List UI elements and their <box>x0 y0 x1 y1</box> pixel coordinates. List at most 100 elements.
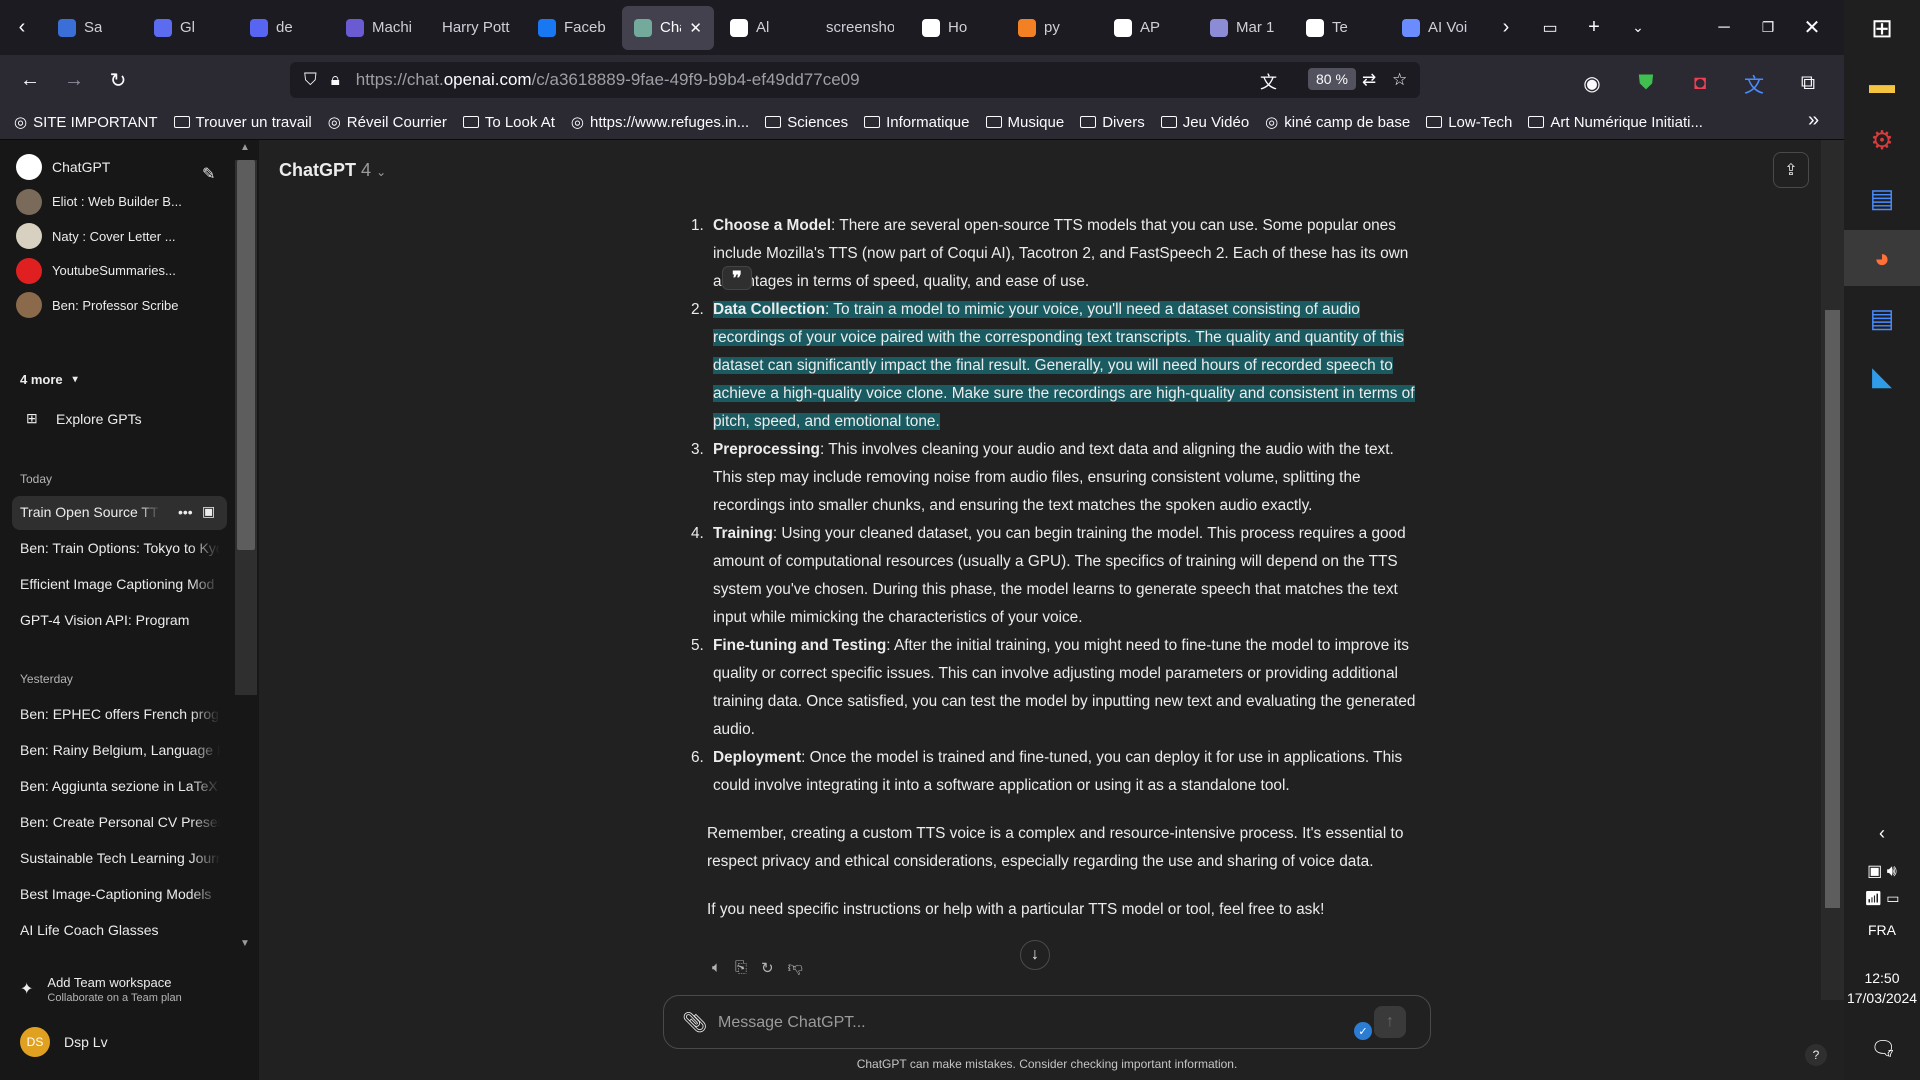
more-options-icon[interactable]: ••• <box>178 504 193 520</box>
tab-scroll-right-icon[interactable]: › <box>1484 6 1528 50</box>
tab-4[interactable]: Harry Pott <box>430 6 522 50</box>
gpt-item-1[interactable]: Eliot : Web Builder B... <box>16 188 182 215</box>
input-language[interactable]: FRA <box>1844 922 1920 938</box>
chat-scroll-thumb[interactable] <box>1825 310 1840 908</box>
regenerate-icon[interactable]: ↻ <box>761 959 774 977</box>
copy-icon[interactable]: ⎘ <box>735 959 747 977</box>
conversation-item[interactable]: Sustainable Tech Learning Journ <box>20 850 220 866</box>
quote-reply-button[interactable]: ❞ <box>722 266 752 290</box>
scroll-down-icon[interactable]: ▼ <box>240 938 250 949</box>
url-bar[interactable]: ⛉ 🔒︎ https://chat.openai.com/c/a3618889-… <box>290 62 1420 98</box>
conversation-item[interactable]: AI Life Coach Glasses <box>20 922 220 938</box>
bookmark-1[interactable]: Trouver un travail <box>173 114 312 131</box>
tab-3[interactable]: Machi <box>334 6 426 50</box>
bookmark-11[interactable]: Low-Tech <box>1426 114 1512 131</box>
bookmark-2[interactable]: ◎ Réveil Courrier <box>328 113 447 132</box>
reload-icon[interactable]: ↻ <box>96 58 140 102</box>
bookmark-10[interactable]: ◎ kiné camp de base <box>1265 113 1410 132</box>
tab-0[interactable]: Sa <box>46 6 138 50</box>
shield-icon[interactable]: ⛉ <box>304 70 317 90</box>
model-selector[interactable]: ChatGPT 4 ⌄ <box>279 160 386 181</box>
conversation-item[interactable]: Ben: Aggiunta sezione in LaTeX <box>20 778 220 794</box>
scroll-up-icon[interactable]: ▲ <box>240 142 250 153</box>
bookmark-12[interactable]: Art Numérique Initiati... <box>1528 114 1703 131</box>
sidebar-scrollbar[interactable] <box>235 160 257 695</box>
close-window-icon[interactable]: ✕ <box>1790 6 1834 50</box>
zoom-level[interactable]: 80 % <box>1308 68 1356 90</box>
python-file-icon-2[interactable]: ▤ <box>1844 290 1920 346</box>
bookmark-star-icon[interactable]: ☆ <box>1392 70 1407 90</box>
gpt-item-2[interactable]: Naty : Cover Letter ... <box>16 223 176 249</box>
minimize-icon[interactable]: ─ <box>1702 6 1746 50</box>
ublock-shield-icon[interactable]: ⛊ <box>1624 61 1668 105</box>
explore-gpts-link[interactable]: ⊞ Explore GPTs <box>26 410 142 427</box>
lock-icon[interactable]: 🔒︎ <box>331 70 340 90</box>
new-chat-icon[interactable]: ✎ <box>202 164 215 184</box>
bookmark-6[interactable]: Informatique <box>864 114 970 131</box>
gpt-item-3[interactable]: YoutubeSummaries... <box>16 257 176 284</box>
tab-1[interactable]: Gl <box>142 6 234 50</box>
conversation-item[interactable]: Ben: Create Personal CV Presen <box>20 814 220 830</box>
vscode-icon[interactable]: ◣ <box>1844 348 1920 404</box>
add-team-workspace[interactable]: ✦ Add Team workspace Collaborate on a Te… <box>20 975 182 1004</box>
pocket-icon[interactable]: ◘ <box>1678 61 1722 105</box>
bookmark-8[interactable]: Divers <box>1080 114 1145 131</box>
grammar-check-icon[interactable]: ✓ <box>1354 1022 1372 1040</box>
forward-icon[interactable]: → <box>52 58 96 102</box>
tab-8[interactable]: screenshot <box>814 6 906 50</box>
python-app-icon[interactable]: ⚙ <box>1844 112 1920 168</box>
file-explorer-icon[interactable]: ▬ <box>1844 56 1920 112</box>
read-aloud-icon[interactable]: 🔈︎ <box>712 959 721 977</box>
close-tab-icon[interactable]: ✕ <box>689 19 702 37</box>
firefox-icon[interactable]: ◕ <box>1844 230 1920 286</box>
tab-13[interactable]: Te <box>1294 6 1386 50</box>
conversation-item[interactable]: Ben: EPHEC offers French progr <box>20 706 220 722</box>
tab-scroll-left-icon[interactable]: ‹ <box>0 6 44 50</box>
gpt-item-4[interactable]: Ben: Professor Scribe <box>16 292 178 318</box>
windows-start-icon[interactable]: ⊞ <box>1844 0 1920 56</box>
chat-scrollbar[interactable] <box>1821 140 1844 1000</box>
back-icon[interactable]: ← <box>8 58 52 102</box>
attach-icon[interactable]: 📎︎ <box>682 1010 707 1035</box>
python-file-icon[interactable]: ▤ <box>1844 170 1920 226</box>
tab-2[interactable]: de <box>238 6 330 50</box>
bookmark-0[interactable]: ◎ SITE IMPORTANT <box>14 113 158 132</box>
help-button[interactable]: ? <box>1805 1044 1827 1066</box>
message-input[interactable] <box>718 1010 1318 1036</box>
conversation-item[interactable]: Ben: Train Options: Tokyo to Kyo <box>20 540 220 556</box>
tab-5[interactable]: Faceb <box>526 6 618 50</box>
notifications-icon[interactable]: 🗨︎ 7 <box>1844 1020 1920 1076</box>
tab-6[interactable]: Cha ✕ <box>622 5 714 50</box>
bookmark-3[interactable]: To Look At <box>462 114 555 131</box>
bookmark-5[interactable]: Sciences <box>765 114 848 131</box>
account-icon[interactable]: ◉ <box>1570 61 1614 105</box>
new-tab-icon[interactable]: + <box>1572 6 1616 50</box>
bookmark-9[interactable]: Jeu Vidéo <box>1160 114 1249 131</box>
tab-12[interactable]: Mar 1 <box>1198 6 1290 50</box>
clock-time[interactable]: 12:50 <box>1844 970 1920 986</box>
clock-date[interactable]: 17/03/2024 <box>1844 990 1920 1006</box>
translate-extension-icon[interactable]: 文 <box>1732 61 1776 105</box>
thumbs-down-icon[interactable]: 👎︎ <box>788 959 803 977</box>
user-menu[interactable]: DS Dsp Lv <box>20 1027 108 1057</box>
more-gpts-toggle[interactable]: 4 more ▾ <box>20 372 78 387</box>
conversation-item[interactable]: Efficient Image Captioning Mod <box>20 576 220 592</box>
tab-14[interactable]: AI Voi <box>1390 6 1482 50</box>
page-translate-icon[interactable]: ⇄ <box>1362 70 1376 90</box>
bookmarks-overflow-icon[interactable]: » <box>1808 109 1819 132</box>
sidebar-scroll-thumb[interactable] <box>237 160 255 550</box>
conversation-item[interactable]: GPT-4 Vision API: Program <box>20 612 220 628</box>
tab-11[interactable]: AP <box>1102 6 1194 50</box>
translate-icon[interactable]: 文 <box>1260 68 1277 93</box>
tab-7[interactable]: Al <box>718 6 810 50</box>
conversation-item[interactable]: Train Open Source TTS. <box>20 504 160 520</box>
share-button[interactable]: ⇪ <box>1773 152 1809 188</box>
url-text[interactable]: https://chat.openai.com/c/a3618889-9fae-… <box>356 70 860 90</box>
restore-icon[interactable]: ❐ <box>1746 6 1790 50</box>
gpt-item-0[interactable]: ChatGPT <box>16 154 110 180</box>
scroll-to-bottom-button[interactable]: ↓ <box>1020 940 1050 970</box>
tab-10[interactable]: py <box>1006 6 1098 50</box>
bookmark-4[interactable]: ◎ https://www.refuges.in... <box>571 113 749 132</box>
conversation-item[interactable]: Ben: Rainy Belgium, Language P <box>20 742 220 758</box>
archive-icon[interactable]: ▣ <box>202 503 215 520</box>
